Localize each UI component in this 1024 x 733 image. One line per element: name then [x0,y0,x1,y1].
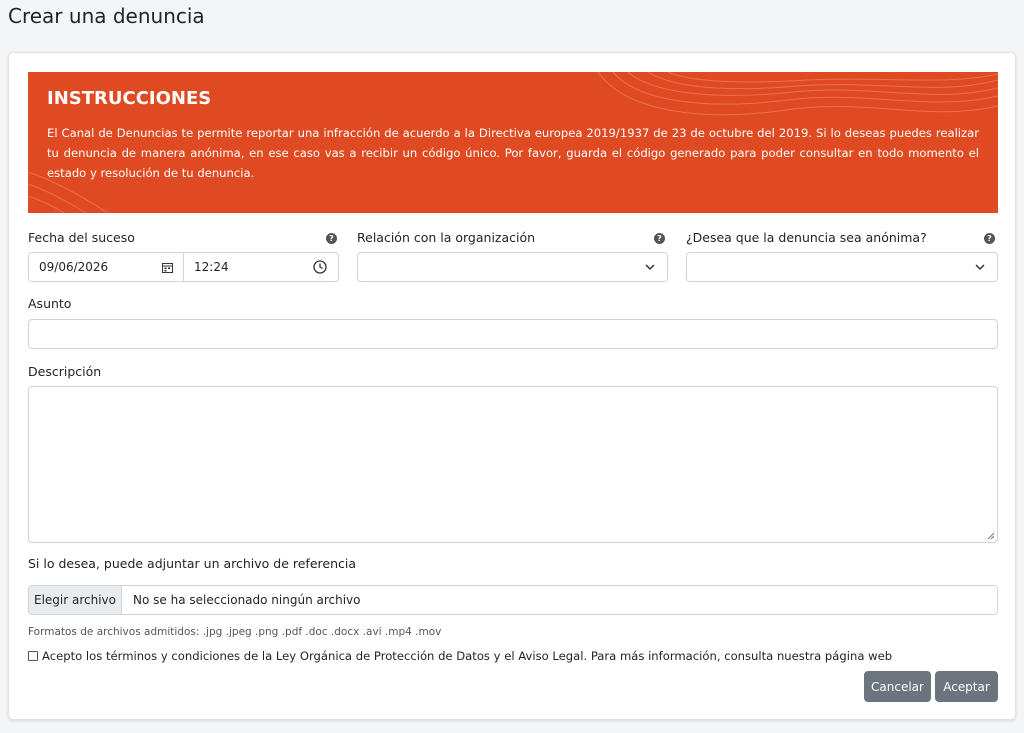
date-input[interactable]: 09/06/2026 [28,252,184,282]
date-value: 09/06/2026 [39,260,109,274]
instructions-text: El Canal de Denuncias te permite reporta… [47,126,979,180]
description-textarea[interactable] [28,386,998,543]
terms-checkbox[interactable] [28,651,38,661]
date-help-icon[interactable]: ? [326,233,337,244]
cancel-button[interactable]: Cancelar [864,671,931,702]
clock-icon[interactable] [313,260,327,274]
file-status: No se ha seleccionado ningún archivo [133,593,361,607]
instructions-title: INSTRUCCIONES [47,88,212,109]
attachment-label: Si lo desea, puede adjuntar un archivo d… [28,556,356,571]
page-title: Crear una denuncia [8,4,205,28]
chevron-down-icon [975,264,985,271]
report-form-card: INSTRUCCIONES El Canal de Denuncias te p… [8,52,1016,720]
formats-hint: Formatos de archivos admitidos: .jpg .jp… [28,626,442,638]
accept-button[interactable]: Aceptar [935,671,998,702]
anonymous-help-icon[interactable]: ? [984,233,995,244]
file-input[interactable]: Elegir archivo No se ha seleccionado nin… [28,585,998,615]
relation-label: Relación con la organización [357,230,536,245]
choose-file-button[interactable]: Elegir archivo [29,586,122,614]
subject-label: Asunto [28,296,72,311]
anonymous-label: ¿Desea que la denuncia sea anónima? [686,230,927,245]
chevron-down-icon [645,264,655,271]
calendar-icon[interactable] [162,262,173,273]
instructions-banner: INSTRUCCIONES El Canal de Denuncias te p… [28,72,998,213]
terms-label[interactable]: Acepto los términos y condiciones de la … [42,649,892,663]
relation-select[interactable] [357,252,668,282]
time-input[interactable]: 12:24 [183,252,339,282]
date-label: Fecha del suceso [28,230,135,245]
description-label: Descripción [28,364,102,379]
anonymous-select[interactable] [686,252,998,282]
time-value: 12:24 [194,260,229,274]
subject-input[interactable] [28,319,998,349]
terms-row: Acepto los términos y condiciones de la … [28,649,892,663]
resize-grip-icon[interactable] [987,532,995,540]
relation-help-icon[interactable]: ? [654,233,665,244]
